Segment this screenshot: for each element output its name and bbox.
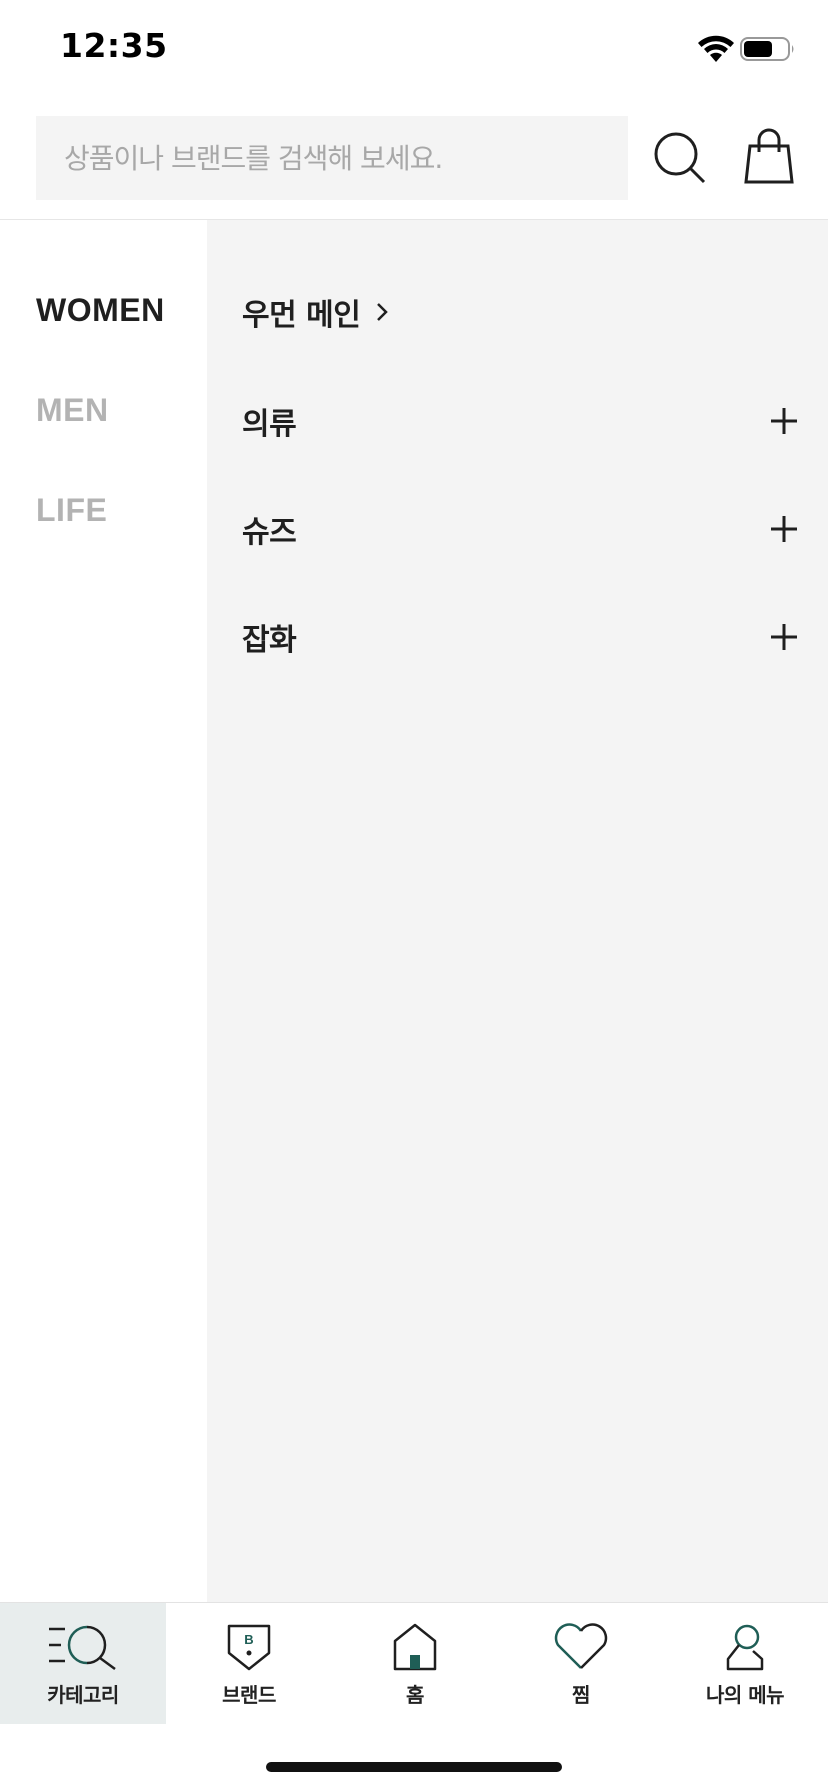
tab-brand[interactable]: B 브랜드 [166, 1603, 332, 1724]
tab-label: 찜 [572, 1683, 590, 1707]
home-icon [393, 1623, 437, 1671]
status-time: 12:35 [60, 26, 168, 65]
gender-tab-list: WOMEN MEN LIFE [0, 220, 207, 1602]
tab-label: 홈 [406, 1683, 424, 1707]
category-list: 우먼 메인 의류 슈즈 잡화 [207, 220, 828, 1602]
tab-men[interactable]: MEN [36, 392, 109, 429]
battery-icon [740, 37, 794, 61]
svg-text:B: B [244, 1632, 253, 1647]
tab-label: 브랜드 [222, 1683, 276, 1707]
search-input[interactable] [64, 141, 628, 175]
shopping-bag-icon[interactable] [744, 128, 794, 184]
heart-icon [554, 1623, 608, 1669]
category-label: 의류 [242, 407, 297, 442]
bottom-tab-bar: 카테고리 B 브랜드 홈 찜 나의 메뉴 [0, 1602, 828, 1724]
women-main-link[interactable]: 우먼 메인 [242, 282, 798, 342]
status-bar: 12:35 [0, 0, 828, 100]
tab-wishlist[interactable]: 찜 [498, 1603, 664, 1724]
women-main-label: 우먼 메인 [242, 298, 361, 333]
brand-shield-icon: B [227, 1624, 271, 1671]
category-panel: WOMEN MEN LIFE 우먼 메인 의류 슈즈 잡화 [0, 220, 828, 1602]
tab-home[interactable]: 홈 [332, 1603, 498, 1724]
plus-icon[interactable] [770, 623, 798, 651]
category-search-icon [49, 1625, 116, 1671]
category-label: 잡화 [242, 623, 297, 658]
user-icon [726, 1624, 764, 1671]
category-label: 슈즈 [242, 515, 297, 550]
home-indicator [266, 1762, 562, 1772]
plus-icon[interactable] [770, 515, 798, 543]
tab-life[interactable]: LIFE [36, 492, 107, 529]
plus-icon[interactable] [770, 407, 798, 435]
category-item-clothing[interactable]: 의류 [242, 391, 798, 451]
search-box[interactable] [36, 116, 628, 200]
tab-women[interactable]: WOMEN [36, 292, 165, 329]
tab-category[interactable]: 카테고리 [0, 1603, 166, 1724]
wifi-icon [698, 35, 734, 62]
category-item-shoes[interactable]: 슈즈 [242, 499, 798, 559]
tab-label: 카테고리 [47, 1683, 119, 1707]
tab-label: 나의 메뉴 [705, 1683, 785, 1707]
category-item-accessories[interactable]: 잡화 [242, 607, 798, 667]
tab-my-menu[interactable]: 나의 메뉴 [662, 1603, 828, 1724]
search-icon[interactable] [652, 130, 708, 186]
header [0, 100, 828, 220]
chevron-right-icon [377, 303, 389, 321]
